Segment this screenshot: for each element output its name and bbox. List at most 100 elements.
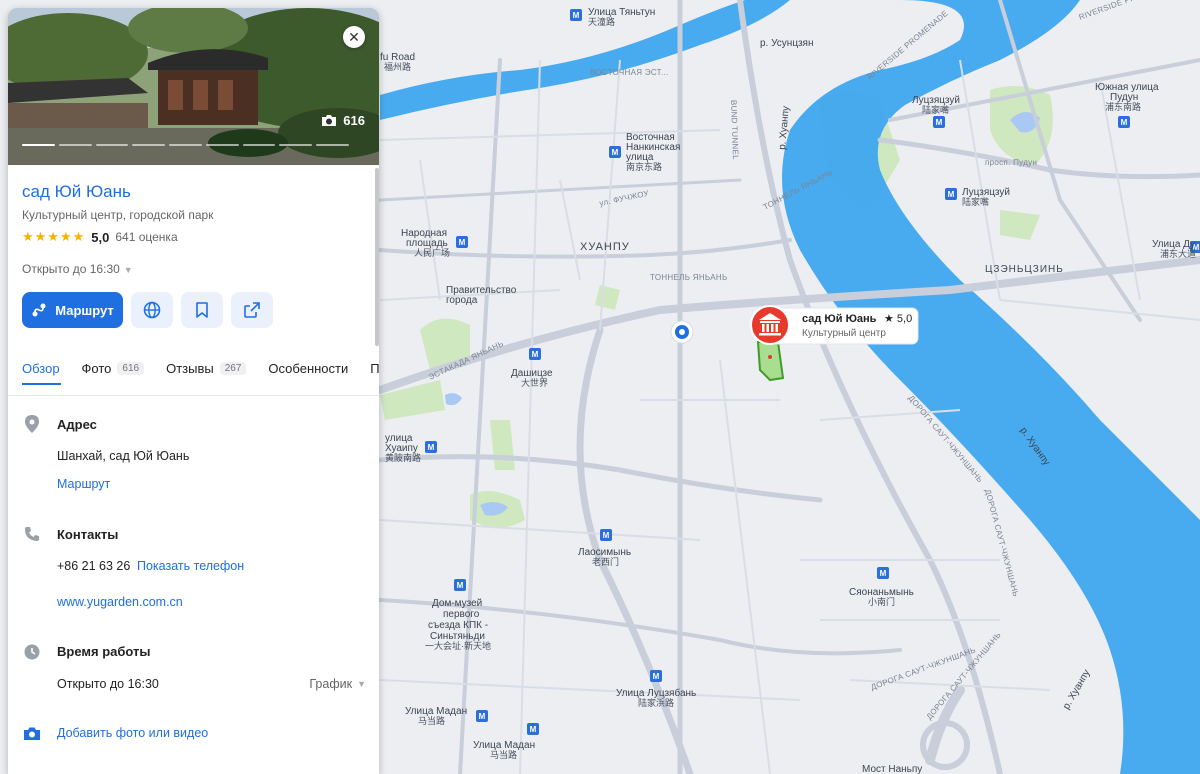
- svg-text:M: M: [880, 569, 887, 578]
- place-title[interactable]: сад Юй Юань: [22, 182, 131, 202]
- label-fu-road-cn: 福州路: [384, 61, 411, 72]
- label-lujiazui-cn: 陆家嘴: [922, 104, 949, 115]
- hours-value: Открыто до 16:30: [57, 677, 159, 691]
- label-xiaonanmen-cn: 小南门: [868, 596, 895, 607]
- show-phone-link[interactable]: Показать телефон: [137, 559, 244, 573]
- tabs: Обзор Фото 616 Отзывы 267 Особенности По: [22, 358, 379, 378]
- label-dashijie-cn: 大世界: [521, 377, 548, 388]
- tab-label: Фото: [81, 360, 112, 376]
- svg-text:M: M: [603, 531, 610, 540]
- photo-count-value: 616: [343, 113, 365, 128]
- open-status[interactable]: Открыто до 16:30 ▼: [22, 262, 133, 276]
- place-card: ✕ 616 сад Юй Юань Культурный центр, горо…: [8, 8, 379, 774]
- open-status-text: Открыто до 16:30: [22, 262, 120, 276]
- svg-text:M: M: [479, 712, 486, 721]
- phone-partial: +86 21 63 26: [57, 559, 131, 573]
- label-pudong-south-cn: 浦东南路: [1105, 101, 1141, 112]
- route-button[interactable]: Маршрут: [22, 292, 123, 328]
- svg-text:M: M: [459, 238, 466, 247]
- globe-icon: [143, 301, 161, 319]
- route-icon: [32, 303, 46, 317]
- poi-popup-category: Культурный центр: [802, 328, 886, 339]
- scrollbar[interactable]: [375, 168, 379, 346]
- svg-text:M: M: [653, 672, 660, 681]
- label-madang1-cn: 马当路: [418, 715, 445, 726]
- tab-label: Обзор: [22, 360, 60, 376]
- label-museum-1: Дом-музей: [432, 598, 482, 609]
- label-museum-2: первого: [443, 609, 480, 620]
- svg-text:M: M: [457, 581, 464, 590]
- photo-count[interactable]: 616: [321, 113, 365, 128]
- label-museum-cn: 一大会址·新天地: [425, 640, 491, 651]
- label-east-road: ВОСТОЧНАЯ ЭСТ...: [590, 68, 669, 77]
- tab-reviews[interactable]: Отзывы 267: [166, 358, 247, 378]
- label-river-usun: р. Усунцзян: [760, 38, 813, 49]
- schedule-toggle[interactable]: График ▼: [309, 677, 366, 691]
- tab-label: По: [370, 360, 379, 376]
- tab-photo[interactable]: Фото 616: [82, 358, 145, 378]
- tab-more[interactable]: По: [370, 358, 379, 378]
- poi-marker-museum-icon[interactable]: [750, 305, 790, 345]
- phone-icon: [22, 524, 42, 544]
- label-madang2-cn: 马当路: [490, 749, 517, 760]
- place-photo[interactable]: ✕ 616: [8, 8, 379, 165]
- chevron-down-icon: ▼: [357, 679, 366, 689]
- route-button-label: Маршрут: [55, 302, 114, 318]
- action-buttons: Маршрут: [22, 292, 273, 328]
- rating-value: 5,0: [91, 229, 110, 245]
- label-tianton-cn: 天潼路: [588, 16, 615, 27]
- contacts-heading: Контакты: [57, 527, 119, 542]
- label-tunnel-yanan2: ТОННЕЛЬ ЯНЬАНЬ: [650, 273, 728, 282]
- close-button[interactable]: ✕: [343, 26, 365, 48]
- garden-photo-illustration: [8, 8, 379, 165]
- website-link[interactable]: www.yugarden.com.cn: [57, 595, 183, 609]
- label-museum-3: съезда КПК -: [428, 620, 488, 631]
- address-heading: Адрес: [57, 417, 97, 432]
- svg-text:M: M: [530, 725, 537, 734]
- rating-count: 641 оценка: [115, 230, 178, 244]
- tab-label: Особенности: [268, 360, 349, 376]
- label-east-nanking-cn: 南京东路: [626, 161, 662, 172]
- current-location-marker[interactable]: [670, 320, 694, 344]
- label-pudong-3-cn: 浦东大道: [1160, 248, 1196, 259]
- tab-label: Отзывы: [166, 360, 214, 376]
- label-jinqiao: ЦЗЭНЬЦЗИНЬ: [985, 264, 1064, 275]
- add-photo-link[interactable]: Добавить фото или видео: [57, 726, 208, 740]
- close-icon: ✕: [348, 29, 360, 45]
- chevron-down-icon: ▼: [123, 265, 133, 275]
- label-lujiazui2-cn: 陆家嘴: [962, 196, 989, 207]
- label-huaihai-cn: 黄陂南路: [385, 452, 421, 463]
- svg-text:M: M: [948, 190, 955, 199]
- svg-text:M: M: [612, 148, 619, 157]
- svg-text:M: M: [1121, 118, 1128, 127]
- schedule-label: График: [309, 677, 353, 691]
- svg-text:M: M: [428, 443, 435, 452]
- tab-badge: 616: [117, 361, 145, 375]
- website-button[interactable]: [131, 292, 173, 328]
- rating-row[interactable]: ★★★★★ 5,0 641 оценка: [22, 229, 178, 245]
- poi-popup[interactable]: сад Юй Юань ★ 5,0 Культурный центр: [771, 307, 919, 345]
- label-laoximen-cn: 老西门: [592, 556, 619, 567]
- share-button[interactable]: [231, 292, 273, 328]
- poi-popup-rating: ★ 5,0: [884, 313, 912, 325]
- label-gov-2: города: [446, 295, 478, 306]
- label-people-sq-cn: 人民广场: [414, 247, 450, 258]
- label-nanpu: Мост Наньпу: [862, 764, 922, 774]
- address-route-link[interactable]: Маршрут: [57, 477, 110, 491]
- bookmark-button[interactable]: [181, 292, 223, 328]
- share-icon: [244, 302, 260, 318]
- address-value[interactable]: Шанхай, сад Юй Юань: [57, 449, 189, 463]
- svg-text:M: M: [936, 118, 943, 127]
- bookmark-icon: [196, 302, 208, 318]
- svg-text:M: M: [532, 350, 539, 359]
- camera-icon: [322, 115, 337, 126]
- tab-features[interactable]: Особенности: [268, 358, 348, 378]
- place-category: Культурный центр, городской парк: [22, 208, 214, 222]
- poi-popup-name: сад Юй Юань: [802, 313, 877, 325]
- location-pin-icon: [22, 414, 42, 434]
- rating-stars-icon: ★★★★★: [22, 229, 86, 244]
- tab-badge: 267: [219, 361, 247, 375]
- camera-add-icon: [22, 723, 42, 743]
- hours-heading: Время работы: [57, 644, 151, 659]
- tab-overview[interactable]: Обзор: [22, 358, 60, 378]
